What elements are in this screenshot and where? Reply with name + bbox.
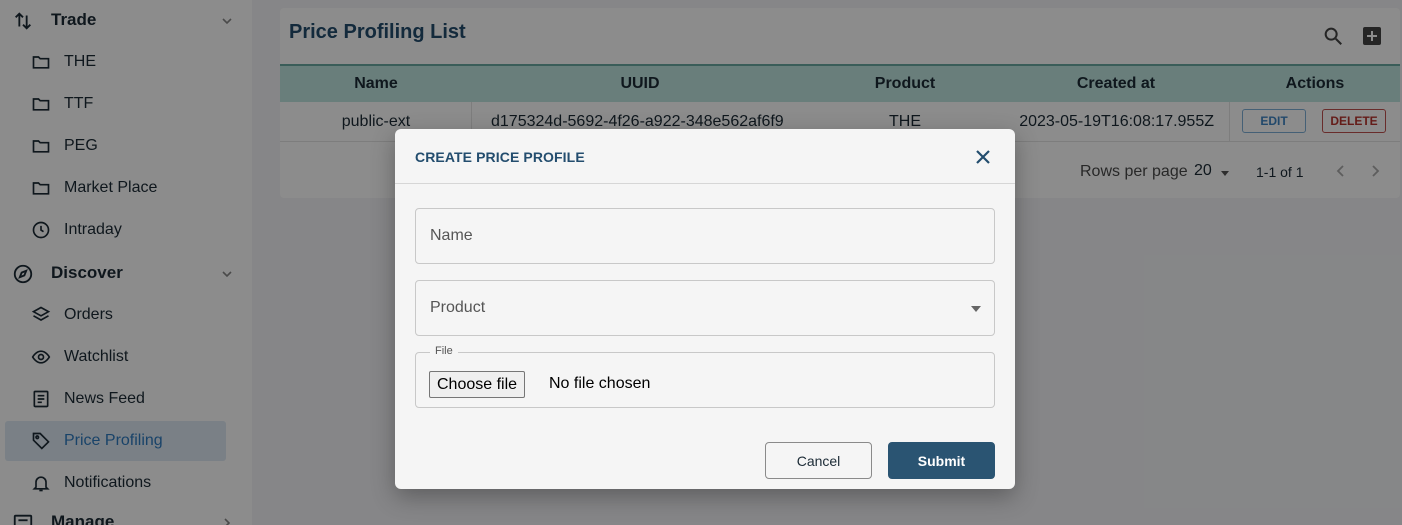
cancel-button[interactable]: Cancel	[765, 442, 872, 479]
product-placeholder: Product	[430, 299, 486, 316]
close-icon[interactable]	[973, 147, 993, 167]
file-field-label: File	[430, 345, 458, 357]
file-field: File Choose file No file chosen	[415, 345, 995, 408]
choose-file-button[interactable]: Choose file	[429, 371, 526, 398]
name-placeholder: Name	[430, 227, 473, 244]
submit-button[interactable]: Submit	[888, 442, 995, 479]
dialog-divider	[395, 183, 1015, 184]
dialog-title: CREATE PRICE PROFILE	[415, 149, 585, 165]
product-select[interactable]: Product	[415, 280, 995, 336]
name-field[interactable]: Name	[415, 208, 995, 264]
dropdown-arrow-icon	[971, 306, 981, 312]
file-status-text: No file chosen	[549, 375, 651, 392]
create-price-profile-dialog: CREATE PRICE PROFILE Name Product File C…	[395, 129, 1015, 489]
